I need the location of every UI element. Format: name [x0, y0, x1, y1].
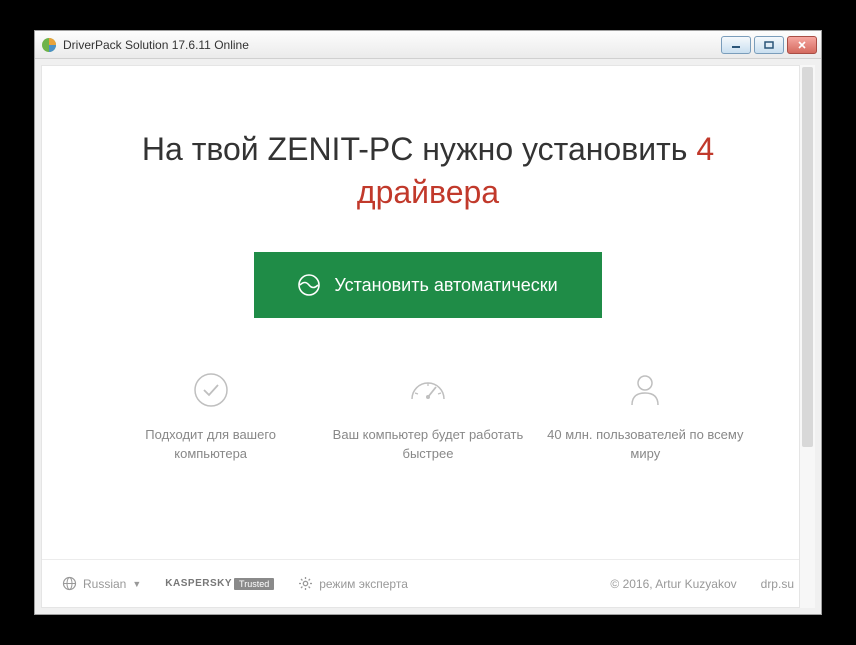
footer: Russian ▼ KASPERSKY Trusted — [42, 559, 814, 607]
copyright: © 2016, Artur Kuzyakov — [610, 577, 736, 591]
scrollbar-thumb[interactable] — [802, 67, 813, 447]
window-title: DriverPack Solution 17.6.11 Online — [63, 38, 721, 52]
titlebar[interactable]: DriverPack Solution 17.6.11 Online — [35, 31, 821, 59]
feature-suitable: Подходит для вашего компьютера — [111, 370, 311, 462]
features-row: Подходит для вашего компьютера — [82, 370, 774, 462]
gauge-icon — [408, 370, 448, 410]
expert-mode-toggle[interactable]: режим эксперта — [298, 576, 408, 591]
language-selector[interactable]: Russian ▼ — [62, 576, 141, 591]
user-icon — [625, 370, 665, 410]
main-area: На твой ZENIT-PC нужно установить 4 драй… — [42, 66, 814, 559]
scrollbar[interactable] — [799, 65, 815, 608]
feature-text: Ваш компьютер будет работать быстрее — [328, 426, 528, 462]
feature-faster: Ваш компьютер будет работать быстрее — [328, 370, 528, 462]
install-auto-button[interactable]: Установить автоматически — [254, 252, 601, 318]
close-button[interactable] — [787, 36, 817, 54]
headline: На твой ZENIT-PC нужно установить 4 драй… — [82, 128, 774, 214]
minimize-button[interactable] — [721, 36, 751, 54]
pc-name: ZENIT-PC — [268, 131, 414, 167]
content-frame: На твой ZENIT-PC нужно установить 4 драй… — [35, 59, 821, 614]
gear-icon — [298, 576, 313, 591]
headline-mid: нужно установить — [413, 131, 696, 167]
kaspersky-label: KASPERSKY — [165, 578, 232, 589]
headline-prefix: На твой — [142, 131, 268, 167]
app-icon — [41, 37, 57, 53]
content: На твой ZENIT-PC нужно установить 4 драй… — [41, 65, 815, 608]
maximize-button[interactable] — [754, 36, 784, 54]
driver-count: 4 — [696, 131, 714, 167]
kaspersky-badge[interactable]: KASPERSKY Trusted — [165, 578, 274, 590]
language-label: Russian — [83, 577, 126, 591]
trusted-pill: Trusted — [234, 578, 274, 590]
feature-text: Подходит для вашего компьютера — [111, 426, 311, 462]
check-circle-icon — [191, 370, 231, 410]
window-controls — [721, 36, 817, 54]
install-button-label: Установить автоматически — [334, 275, 557, 296]
install-icon — [298, 274, 320, 296]
driver-word: драйвера — [357, 174, 499, 210]
app-window: DriverPack Solution 17.6.11 Online На тв… — [34, 30, 822, 615]
drp-link[interactable]: drp.su — [761, 577, 794, 591]
expert-mode-label: режим эксперта — [319, 577, 408, 591]
feature-text: 40 млн. пользователей по всему миру — [545, 426, 745, 462]
globe-icon — [62, 576, 77, 591]
feature-users: 40 млн. пользователей по всему миру — [545, 370, 745, 462]
chevron-down-icon: ▼ — [132, 579, 141, 589]
